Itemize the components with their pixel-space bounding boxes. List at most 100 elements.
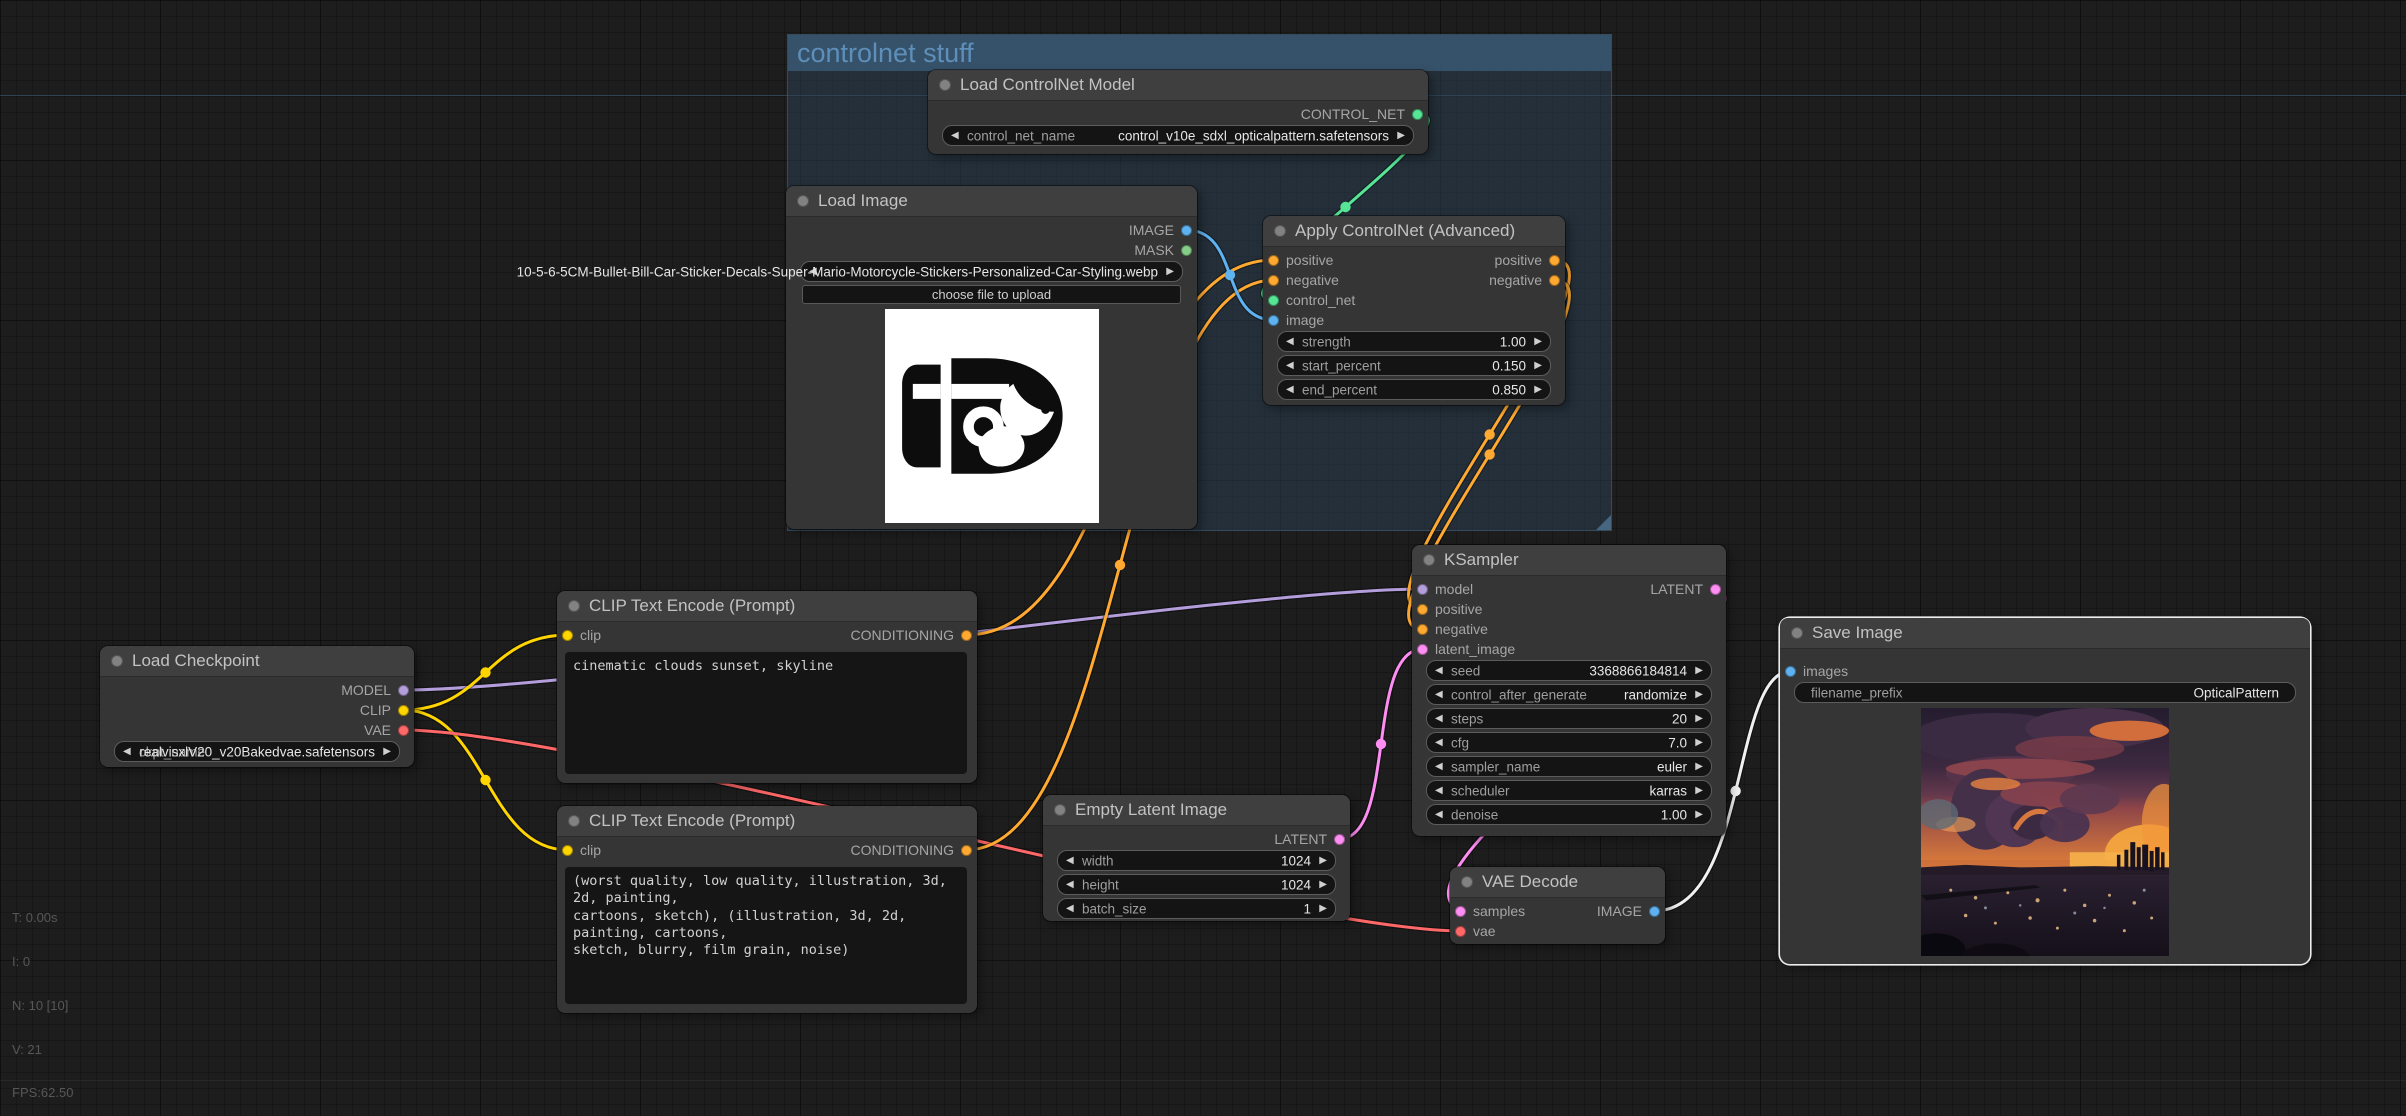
node-save_image[interactable]: Save Imageimagesfilename_prefixOpticalPa… bbox=[1780, 618, 2310, 964]
graph-canvas[interactable]: controlnet stuff Load ControlNet ModelCO… bbox=[0, 0, 2406, 1116]
slot-dot[interactable] bbox=[1268, 275, 1279, 286]
widget-seed[interactable]: ◀▶seed3368866184814 bbox=[1426, 660, 1712, 681]
node-titlebar[interactable]: VAE Decode bbox=[1450, 867, 1665, 898]
increment-arrow-icon[interactable]: ▶ bbox=[1534, 385, 1542, 395]
decrement-arrow-icon[interactable]: ◀ bbox=[951, 131, 959, 141]
slot-dot[interactable] bbox=[1268, 315, 1279, 326]
decrement-arrow-icon[interactable]: ◀ bbox=[1435, 786, 1443, 796]
increment-arrow-icon[interactable]: ▶ bbox=[1534, 361, 1542, 371]
increment-arrow-icon[interactable]: ▶ bbox=[1319, 904, 1327, 914]
output-slot-CONTROL_NET[interactable]: CONTROL_NET bbox=[1301, 107, 1423, 121]
decrement-arrow-icon[interactable]: ◀ bbox=[1435, 762, 1443, 772]
widget-batch_size[interactable]: ◀▶batch_size1 bbox=[1057, 898, 1336, 919]
widget-height[interactable]: ◀▶height1024 bbox=[1057, 874, 1336, 895]
collapse-dot-icon[interactable] bbox=[111, 655, 123, 667]
increment-arrow-icon[interactable]: ▶ bbox=[383, 747, 391, 757]
slot-dot[interactable] bbox=[1268, 295, 1279, 306]
slot-dot[interactable] bbox=[1549, 275, 1560, 286]
node-load_image[interactable]: Load ImageIMAGEMASK◀▶10-5-6-5CM-Bullet-B… bbox=[786, 186, 1197, 529]
collapse-dot-icon[interactable] bbox=[1791, 627, 1803, 639]
increment-arrow-icon[interactable]: ▶ bbox=[1695, 666, 1703, 676]
slot-dot[interactable] bbox=[1181, 225, 1192, 236]
slot-dot[interactable] bbox=[1455, 906, 1466, 917]
slot-dot[interactable] bbox=[1710, 584, 1721, 595]
decrement-arrow-icon[interactable]: ◀ bbox=[1435, 738, 1443, 748]
output-slot-MODEL[interactable]: MODEL bbox=[341, 683, 409, 697]
input-slot-image[interactable]: image bbox=[1268, 313, 1324, 327]
output-slot-MASK[interactable]: MASK bbox=[1134, 243, 1192, 257]
link-midpoint-dot[interactable] bbox=[1730, 786, 1740, 796]
slot-dot[interactable] bbox=[1455, 926, 1466, 937]
link-midpoint-dot[interactable] bbox=[1484, 449, 1494, 459]
node-titlebar[interactable]: Apply ControlNet (Advanced) bbox=[1263, 216, 1565, 247]
increment-arrow-icon[interactable]: ▶ bbox=[1695, 810, 1703, 820]
slot-dot[interactable] bbox=[1268, 255, 1279, 266]
link-midpoint-dot[interactable] bbox=[480, 775, 490, 785]
input-slot-vae[interactable]: vae bbox=[1455, 924, 1496, 938]
output-slot-CONDITIONING[interactable]: CONDITIONING bbox=[851, 628, 972, 642]
decrement-arrow-icon[interactable]: ◀ bbox=[1066, 856, 1074, 866]
widget-end_percent[interactable]: ◀▶end_percent0.850 bbox=[1277, 379, 1551, 400]
input-slot-model[interactable]: model bbox=[1417, 582, 1473, 596]
increment-arrow-icon[interactable]: ▶ bbox=[1166, 267, 1174, 277]
increment-arrow-icon[interactable]: ▶ bbox=[1695, 762, 1703, 772]
input-slot-positive[interactable]: positive bbox=[1268, 253, 1333, 267]
decrement-arrow-icon[interactable]: ◀ bbox=[1435, 810, 1443, 820]
widget-steps[interactable]: ◀▶steps20 bbox=[1426, 708, 1712, 729]
decrement-arrow-icon[interactable]: ◀ bbox=[1066, 880, 1074, 890]
collapse-dot-icon[interactable] bbox=[1461, 876, 1473, 888]
link-midpoint-dot[interactable] bbox=[1340, 202, 1350, 212]
prompt-textarea[interactable]: (worst quality, low quality, illustratio… bbox=[565, 867, 967, 1004]
collapse-dot-icon[interactable] bbox=[568, 815, 580, 827]
collapse-dot-icon[interactable] bbox=[1274, 225, 1286, 237]
input-slot-images[interactable]: images bbox=[1785, 664, 1848, 678]
input-slot-positive[interactable]: positive bbox=[1417, 602, 1482, 616]
increment-arrow-icon[interactable]: ▶ bbox=[1695, 714, 1703, 724]
slot-dot[interactable] bbox=[398, 705, 409, 716]
prompt-textarea[interactable]: cinematic clouds sunset, skyline bbox=[565, 652, 967, 774]
collapse-dot-icon[interactable] bbox=[1054, 804, 1066, 816]
node-clip_pos[interactable]: CLIP Text Encode (Prompt) clip CONDITIONIN… bbox=[557, 591, 977, 783]
output-slot-positive[interactable]: positive bbox=[1495, 253, 1560, 267]
input-slot-negative[interactable]: negative bbox=[1417, 622, 1488, 636]
slot-dot[interactable] bbox=[1417, 624, 1428, 635]
collapse-dot-icon[interactable] bbox=[797, 195, 809, 207]
increment-arrow-icon[interactable]: ▶ bbox=[1534, 337, 1542, 347]
node-vae_decode[interactable]: VAE DecodesamplesvaeIMAGE bbox=[1450, 867, 1665, 944]
node-titlebar[interactable]: KSampler bbox=[1412, 545, 1726, 576]
slot-dot[interactable] bbox=[1417, 644, 1428, 655]
increment-arrow-icon[interactable]: ▶ bbox=[1319, 856, 1327, 866]
widget-scheduler[interactable]: ◀▶schedulerkarras bbox=[1426, 780, 1712, 801]
slot-dot[interactable] bbox=[1417, 604, 1428, 615]
decrement-arrow-icon[interactable]: ◀ bbox=[1435, 714, 1443, 724]
decrement-arrow-icon[interactable]: ◀ bbox=[1286, 337, 1294, 347]
output-slot-LATENT[interactable]: LATENT bbox=[1650, 582, 1721, 596]
node-titlebar[interactable]: CLIP Text Encode (Prompt) bbox=[557, 591, 977, 622]
slot-dot[interactable] bbox=[961, 845, 972, 856]
widget-sampler_name[interactable]: ◀▶sampler_nameeuler bbox=[1426, 756, 1712, 777]
decrement-arrow-icon[interactable]: ◀ bbox=[1066, 904, 1074, 914]
output-slot-IMAGE[interactable]: IMAGE bbox=[1129, 223, 1192, 237]
increment-arrow-icon[interactable]: ▶ bbox=[1695, 786, 1703, 796]
decrement-arrow-icon[interactable]: ◀ bbox=[1435, 666, 1443, 676]
increment-arrow-icon[interactable]: ▶ bbox=[1397, 131, 1405, 141]
input-slot-samples[interactable]: samples bbox=[1455, 904, 1525, 918]
node-load_checkpoint[interactable]: Load CheckpointMODELCLIPVAE◀▶ckpt_namere… bbox=[100, 646, 414, 767]
slot-dot[interactable] bbox=[1334, 834, 1345, 845]
slot-dot[interactable] bbox=[961, 630, 972, 641]
link-midpoint-dot[interactable] bbox=[480, 667, 490, 677]
increment-arrow-icon[interactable]: ▶ bbox=[1695, 690, 1703, 700]
widget-control_net_name[interactable]: ◀▶control_net_namecontrol_v10e_sdxl_opti… bbox=[942, 125, 1414, 146]
input-slot-clip[interactable]: clip bbox=[562, 628, 601, 642]
increment-arrow-icon[interactable]: ▶ bbox=[1695, 738, 1703, 748]
link-midpoint-dot[interactable] bbox=[1484, 429, 1494, 439]
slot-dot[interactable] bbox=[398, 725, 409, 736]
output-slot-VAE[interactable]: VAE bbox=[364, 723, 409, 737]
node-titlebar[interactable]: Load ControlNet Model bbox=[928, 70, 1428, 101]
input-slot-negative[interactable]: negative bbox=[1268, 273, 1339, 287]
widget-start_percent[interactable]: ◀▶start_percent0.150 bbox=[1277, 355, 1551, 376]
widget-value[interactable]: ◀▶10-5-6-5CM-Bullet-Bill-Car-Sticker-Dec… bbox=[800, 261, 1183, 282]
link-midpoint-dot[interactable] bbox=[1225, 270, 1235, 280]
widget-strength[interactable]: ◀▶strength1.00 bbox=[1277, 331, 1551, 352]
slot-dot[interactable] bbox=[1649, 906, 1660, 917]
